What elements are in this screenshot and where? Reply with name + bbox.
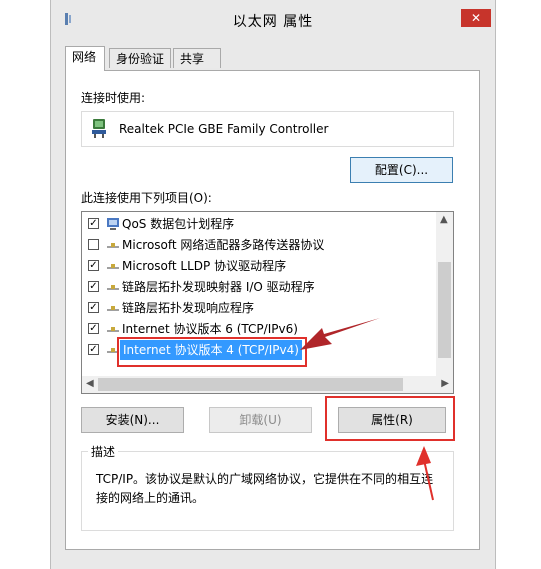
network-tab-panel: 连接时使用: Realtek PCIe GBE Family Controlle… xyxy=(65,70,480,550)
item-label: Microsoft LLDP 协议驱动程序 xyxy=(122,259,287,273)
adapter-name: Realtek PCIe GBE Family Controller xyxy=(119,122,329,136)
item-checkbox[interactable]: ✓ xyxy=(88,218,99,229)
protocol-icon xyxy=(107,306,119,311)
item-checkbox[interactable] xyxy=(88,239,99,250)
item-label: QoS 数据包计划程序 xyxy=(122,217,235,231)
description-group: 描述 TCP/IP。该协议是默认的广域网络协议，它提供在不同的相互连接的网络上的… xyxy=(81,443,454,531)
tab-network[interactable]: 网络 xyxy=(65,46,105,71)
list-item[interactable]: ✓ QoS 数据包计划程序 xyxy=(82,214,435,234)
close-button[interactable]: ✕ xyxy=(461,9,491,27)
list-item[interactable]: ✓ 链路层拓扑发现映射器 I/O 驱动程序 xyxy=(82,277,435,297)
item-label: 链路层拓扑发现响应程序 xyxy=(122,301,255,315)
item-checkbox[interactable]: ✓ xyxy=(88,302,99,313)
protocol-icon xyxy=(107,264,119,269)
item-checkbox[interactable]: ✓ xyxy=(88,260,99,271)
list-item[interactable]: ✓ Internet 协议版本 6 (TCP/IPv6) xyxy=(82,319,435,339)
properties-window: 以太网 属性 ✕ 网络 身份验证 共享 连接时使用: Realtek PCIe … xyxy=(50,0,496,569)
tab-sharing[interactable]: 共享 xyxy=(173,48,221,68)
description-text: TCP/IP。该协议是默认的广域网络协议，它提供在不同的相互连接的网络上的通讯。 xyxy=(96,472,434,505)
item-checkbox[interactable]: ✓ xyxy=(88,344,99,355)
scroll-up-icon[interactable]: ▲ xyxy=(440,214,448,225)
qos-scheduler-icon xyxy=(107,218,119,230)
install-button[interactable]: 安装(N)... xyxy=(81,407,184,433)
network-adapter-icon xyxy=(92,119,106,138)
scroll-right-icon[interactable]: ▶ xyxy=(441,378,449,389)
adapter-box: Realtek PCIe GBE Family Controller xyxy=(81,111,454,147)
horizontal-scroll-thumb[interactable] xyxy=(98,378,403,391)
title-bar[interactable]: 以太网 属性 ✕ xyxy=(51,0,495,40)
item-label: Microsoft 网络适配器多路传送器协议 xyxy=(122,238,325,252)
item-label: Internet 协议版本 6 (TCP/IPv6) xyxy=(122,322,298,336)
connect-using-label: 连接时使用: xyxy=(81,91,146,105)
ipv4-highlight-box xyxy=(117,337,307,367)
vertical-scrollbar[interactable]: ▲ xyxy=(436,212,453,377)
vertical-scroll-thumb[interactable] xyxy=(438,262,451,358)
item-label: 链路层拓扑发现映射器 I/O 驱动程序 xyxy=(122,280,315,294)
tab-authentication[interactable]: 身份验证 xyxy=(109,48,171,68)
description-title: 描述 xyxy=(88,443,119,460)
protocol-icon xyxy=(107,285,119,290)
properties-highlight-box xyxy=(325,396,455,441)
items-label: 此连接使用下列项目(O): xyxy=(81,191,212,205)
horizontal-scrollbar[interactable]: ◀ ▶ xyxy=(82,376,453,393)
protocol-icon xyxy=(107,243,119,248)
list-item[interactable]: Microsoft 网络适配器多路传送器协议 xyxy=(82,235,435,255)
window-title: 以太网 属性 xyxy=(232,14,314,30)
item-checkbox[interactable]: ✓ xyxy=(88,281,99,292)
protocol-icon xyxy=(107,327,119,332)
list-item[interactable]: ✓ 链路层拓扑发现响应程序 xyxy=(82,298,435,318)
scroll-left-icon[interactable]: ◀ xyxy=(86,378,94,389)
list-item[interactable]: ✓ Microsoft LLDP 协议驱动程序 xyxy=(82,256,435,276)
configure-button[interactable]: 配置(C)... xyxy=(350,157,453,183)
uninstall-button[interactable]: 卸载(U) xyxy=(209,407,312,433)
item-checkbox[interactable]: ✓ xyxy=(88,323,99,334)
